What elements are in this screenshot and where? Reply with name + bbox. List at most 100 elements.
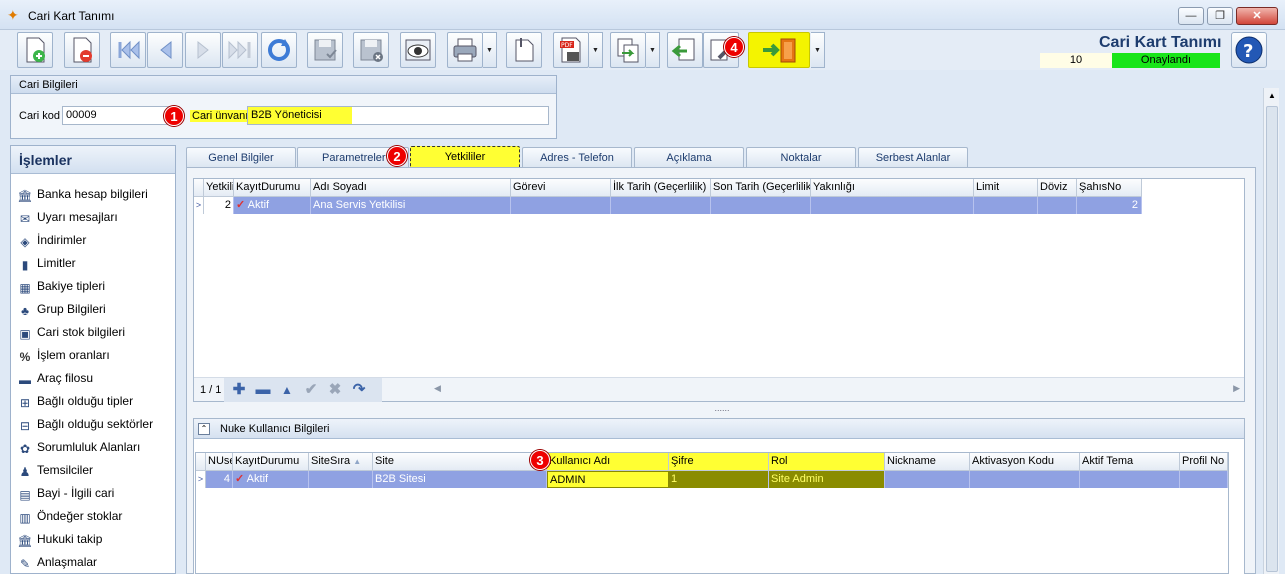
import-button[interactable] [667,32,703,68]
column-header[interactable]: Kullanıcı Adı [547,453,669,471]
table-cell[interactable]: 4 [206,471,233,488]
table-cell[interactable] [1180,471,1228,488]
refresh-button[interactable] [261,32,297,68]
tab-aciklama[interactable]: Açıklama [634,147,744,168]
table-cell[interactable] [1080,471,1180,488]
sidebar-item-tipler[interactable]: ⊞ Bağlı olduğu tipler [17,390,133,412]
splitter-handle[interactable]: ...... [707,404,737,413]
sidebar-item-uyari[interactable]: ✉ Uyarı mesajları [17,206,118,228]
sidebar-item-stok[interactable]: ▣ Cari stok bilgileri [17,321,125,343]
column-header[interactable]: KayıtDurumu [234,179,311,197]
column-header[interactable]: KayıtDurumu [233,453,309,471]
next-record-button[interactable] [185,32,221,68]
transfer-dropdown-arrow[interactable]: ▼ [646,32,660,68]
password-cell[interactable]: 1 [669,471,769,488]
sidebar-item-bakiye[interactable]: ▦ Bakiye tipleri [17,275,105,297]
close-button[interactable]: ✕ [1236,7,1278,25]
sidebar-item-hukuki[interactable]: 🏛 Hukuki takip [17,528,102,550]
minimize-button[interactable]: — [1178,7,1204,25]
table-cell[interactable] [309,471,373,488]
sidebar-item-anlasmalar[interactable]: ✎ Anlaşmalar [17,551,97,573]
sidebar-item-temsilciler[interactable]: ♟ Temsilciler [17,459,93,481]
scroll-right-icon[interactable]: ▶ [1233,383,1240,394]
sidebar-item-ondeger[interactable]: ▥ Öndeğer stoklar [17,505,122,527]
column-header[interactable]: Nickname [885,453,970,471]
column-header[interactable]: Limit [974,179,1038,197]
pdf-export-button[interactable]: PDF [553,32,589,68]
vertical-scrollbar[interactable]: ▲ [1263,88,1279,574]
table-cell[interactable]: 2 [1077,197,1142,214]
horizontal-scrollbar[interactable]: ◀ ▶ [432,380,1242,398]
sidebar-item-sorumluluk[interactable]: ✿ Sorumluluk Alanları [17,436,140,458]
column-header[interactable]: Şifre [669,453,769,471]
column-header[interactable]: Rol [769,453,885,471]
column-header[interactable]: Adı Soyadı [311,179,511,197]
table-cell[interactable] [611,197,711,214]
exit-button[interactable] [748,32,810,68]
column-header[interactable]: NUser [206,453,233,471]
exit-dropdown-arrow[interactable]: ▼ [811,32,825,68]
table-cell[interactable]: 2 [204,197,234,214]
tab-noktalar[interactable]: Noktalar [746,147,856,168]
column-header[interactable]: İlk Tarih (Geçerlilik) [611,179,711,197]
delete-record-button[interactable] [64,32,100,68]
new-record-button[interactable] [17,32,53,68]
previous-record-button[interactable] [147,32,183,68]
column-header[interactable]: Site [373,453,547,471]
maximize-button[interactable]: ❐ [1207,7,1233,25]
role-cell[interactable]: Site Admin [769,471,885,488]
last-record-button[interactable] [222,32,258,68]
nuke-users-grid[interactable]: NUser KayıtDurumu SiteSıra ▲ Site Kullan… [195,452,1229,574]
table-cell-status[interactable]: ✓ Aktif [234,197,311,214]
transfer-button[interactable] [610,32,646,68]
sidebar-item-oranlar[interactable]: % İşlem oranları [17,344,110,366]
collapse-icon[interactable]: ⌃ [198,423,210,435]
scroll-left-icon[interactable]: ◀ [434,383,441,394]
table-cell[interactable] [885,471,970,488]
sidebar-item-grup[interactable]: ♣ Grup Bilgileri [17,298,106,320]
cancel-button[interactable]: ✖ [324,381,346,399]
table-cell-status[interactable]: ✓ Aktif [233,471,309,488]
sidebar-item-indirimler[interactable]: ◈ İndirimler [17,229,86,251]
confirm-button[interactable]: ✔ [300,381,322,399]
sidebar-item-limitler[interactable]: ▮ Limitler [17,252,76,274]
save-button[interactable] [307,32,343,68]
column-header[interactable]: Son Tarih (Geçerlilik) [711,179,811,197]
table-cell[interactable] [1038,197,1077,214]
print-button[interactable] [447,32,483,68]
column-header[interactable]: ŞahısNo [1077,179,1142,197]
table-cell[interactable] [811,197,974,214]
print-dropdown-arrow[interactable]: ▼ [483,32,497,68]
tab-genel-bilgiler[interactable]: Genel Bilgiler [186,147,296,168]
column-header[interactable]: Yakınlığı [811,179,974,197]
remove-row-button[interactable]: ▬ [252,381,274,399]
table-cell[interactable] [974,197,1038,214]
save-close-button[interactable] [353,32,389,68]
column-header[interactable]: Aktivasyon Kodu [970,453,1080,471]
tab-yetkililer[interactable]: Yetkililer [410,146,520,168]
tab-serbest-alanlar[interactable]: Serbest Alanlar [858,147,968,168]
tab-adres-telefon[interactable]: Adres - Telefon [522,147,632,168]
table-cell[interactable]: B2B Sitesi [373,471,547,488]
preview-button[interactable] [400,32,436,68]
sidebar-item-banka[interactable]: 🏛 Banka hesap bilgileri [17,183,147,205]
pdf-dropdown-arrow[interactable]: ▼ [589,32,603,68]
table-cell[interactable] [711,197,811,214]
column-header[interactable]: Döviz [1038,179,1077,197]
first-record-button[interactable] [110,32,146,68]
yetkililer-grid[interactable]: Yetkili KayıtDurumu Adı Soyadı Görevi İl… [193,178,1245,402]
move-up-button[interactable]: ▲ [276,381,298,399]
column-header[interactable]: Aktif Tema [1080,453,1180,471]
attachment-button[interactable] [506,32,542,68]
help-button[interactable]: ? [1231,32,1267,68]
scroll-thumb[interactable] [1266,106,1278,572]
column-header[interactable]: SiteSıra ▲ [309,453,373,471]
scroll-up-icon[interactable]: ▲ [1264,88,1280,104]
redo-button[interactable]: ↷ [348,381,370,399]
username-cell[interactable]: ADMIN [547,471,669,488]
column-header[interactable]: Yetkili [204,179,234,197]
column-header[interactable]: Görevi [511,179,611,197]
table-cell[interactable] [970,471,1080,488]
add-row-button[interactable]: ✚ [228,381,250,399]
sidebar-item-arac[interactable]: ▬ Araç filosu [17,367,93,389]
